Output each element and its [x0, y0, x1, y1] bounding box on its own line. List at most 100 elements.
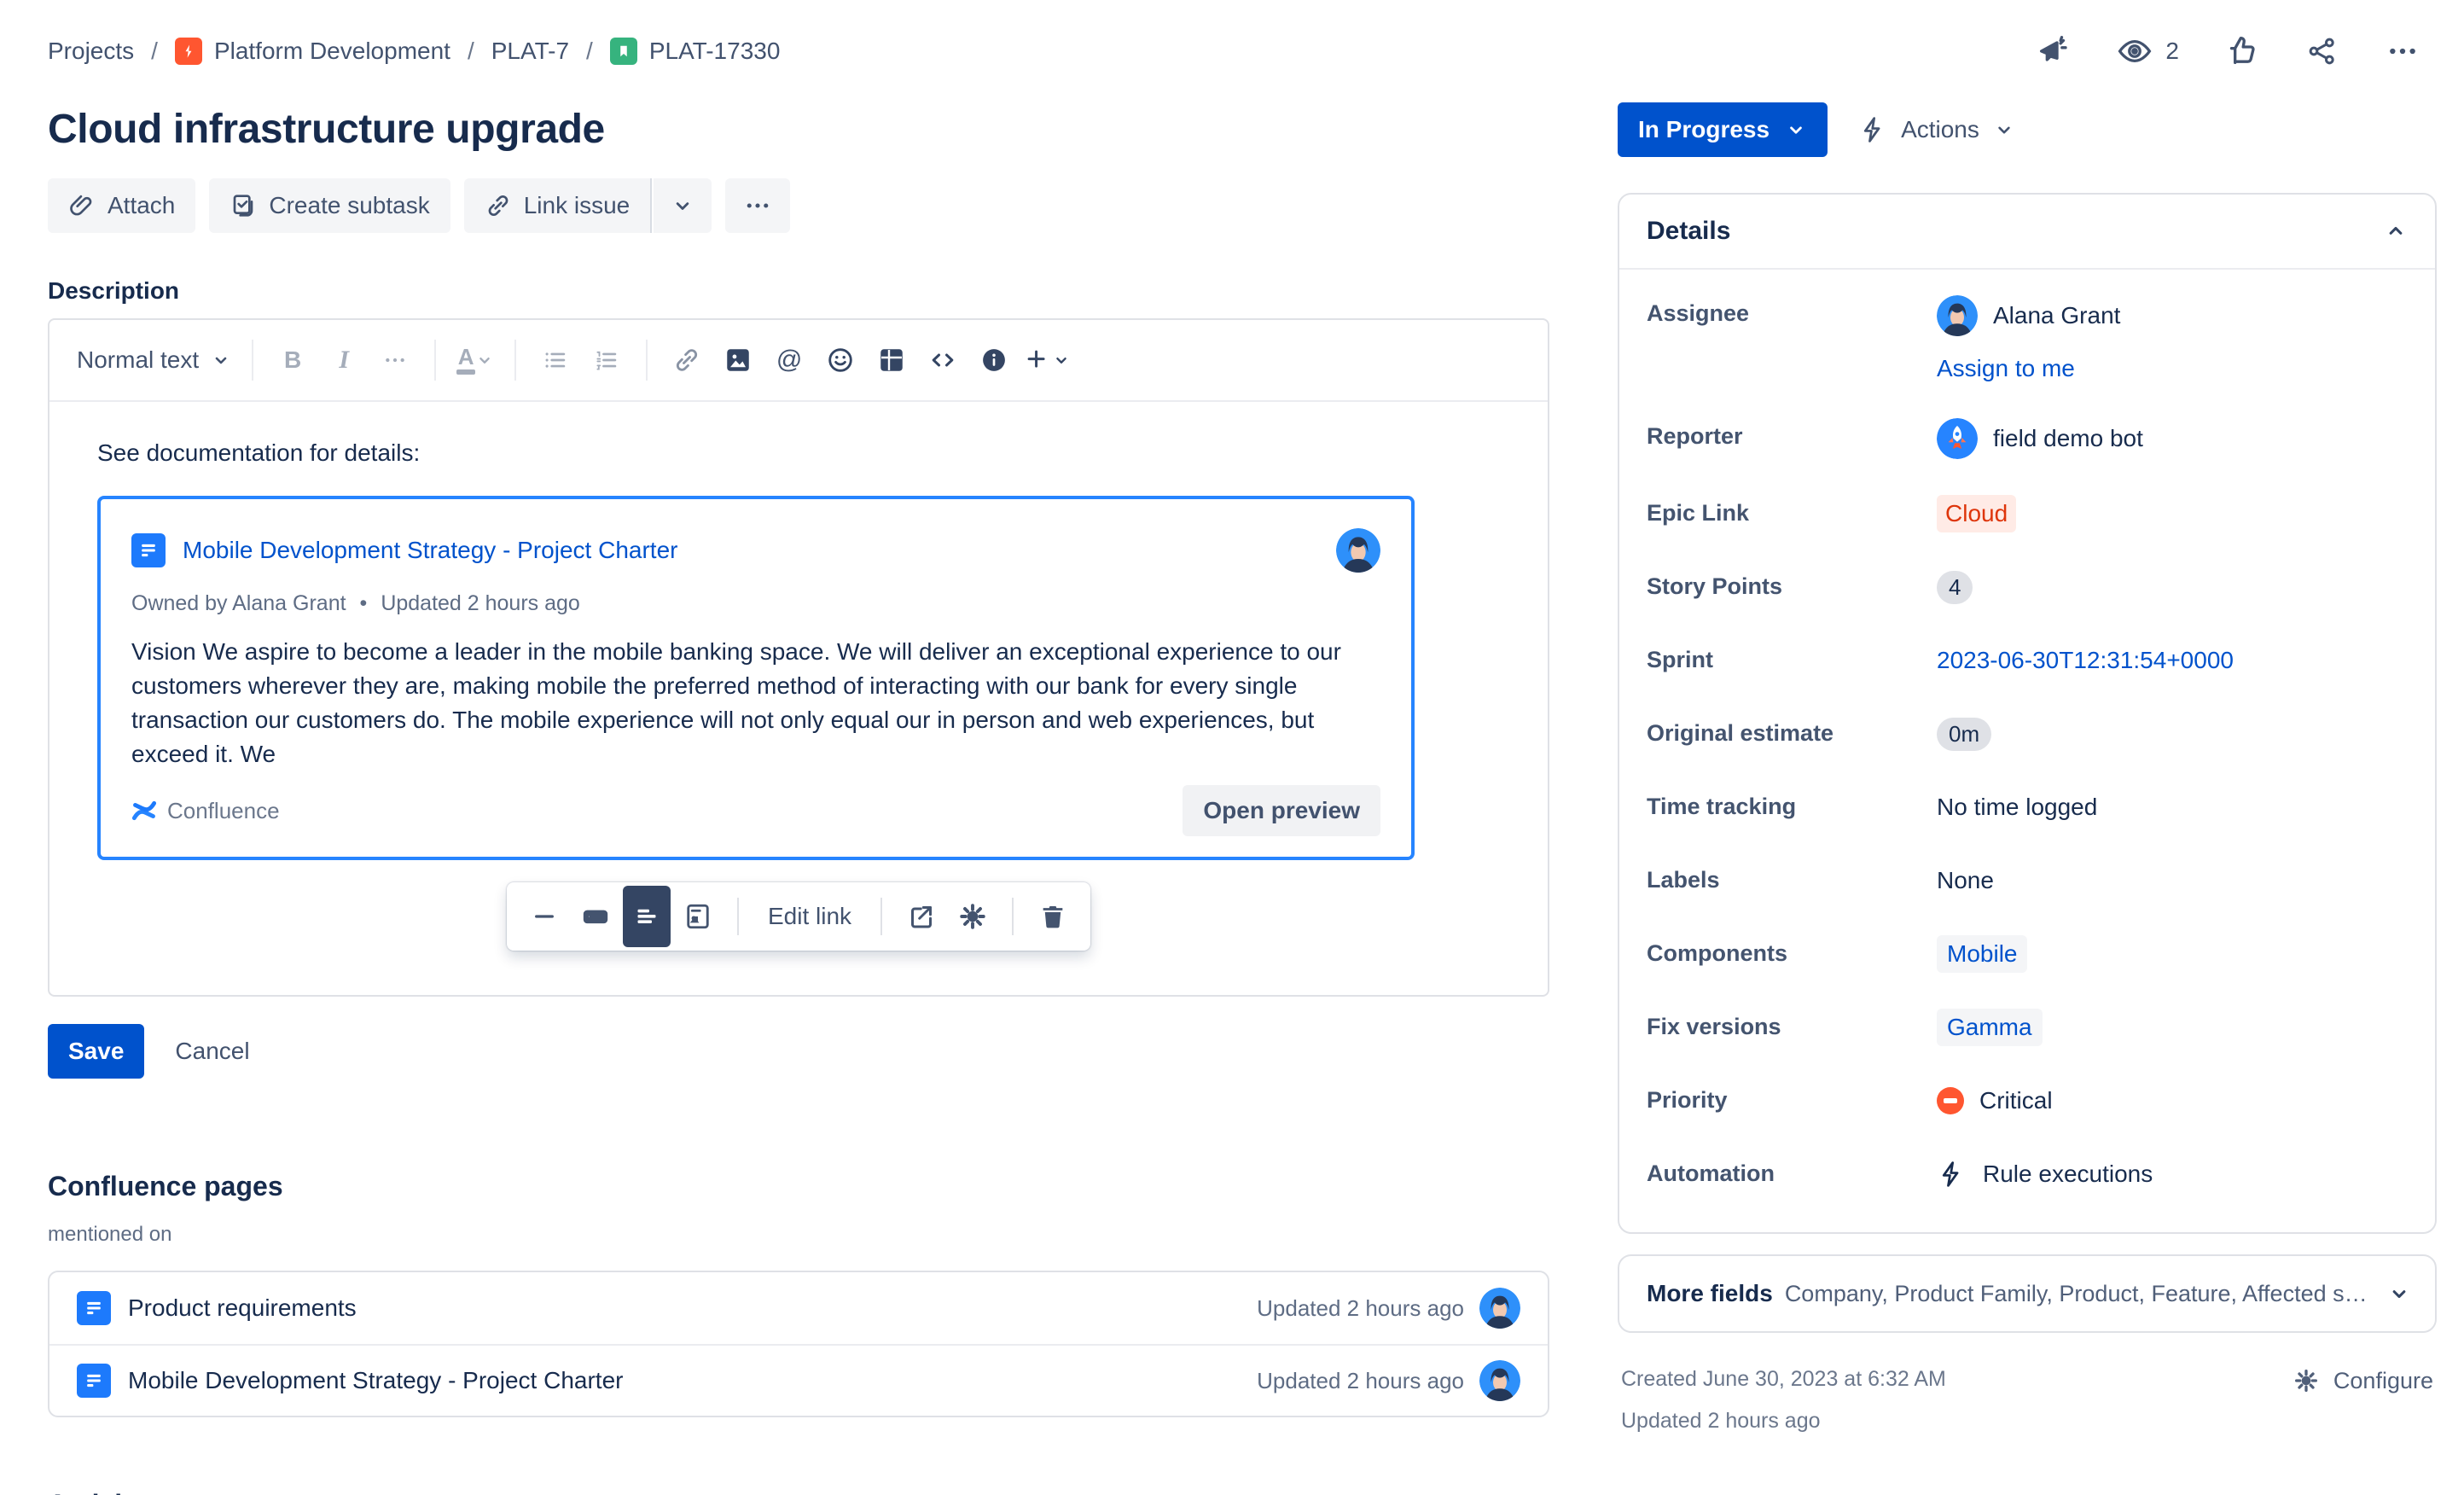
italic-icon[interactable]: I — [322, 338, 366, 382]
gear-icon — [2293, 1367, 2320, 1394]
page-updated: Updated 2 hours ago — [1257, 1367, 1464, 1393]
breadcrumb-project-label: Platform Development — [213, 38, 450, 64]
status-dropdown[interactable]: In Progress — [1618, 102, 1828, 157]
details-panel-header[interactable]: Details — [1619, 195, 2435, 270]
display-card-icon[interactable] — [622, 886, 671, 948]
chevron-down-icon — [2387, 1282, 2411, 1306]
confluence-smart-card[interactable]: Mobile Development Strategy - Project Ch… — [97, 496, 1415, 861]
create-subtask-button[interactable]: Create subtask — [209, 178, 450, 233]
bold-icon[interactable]: B — [270, 338, 315, 382]
breadcrumb-epic-key[interactable]: PLAT-7 — [491, 38, 569, 65]
more-fields-summary: Company, Product Family, Product, Featur… — [1784, 1280, 2375, 1306]
editor-content[interactable]: See documentation for details: Mobile De… — [49, 402, 1548, 995]
edit-link-button[interactable]: Edit link — [754, 903, 865, 930]
issue-title[interactable]: Cloud infrastructure upgrade — [48, 106, 1549, 153]
rule-executions-link[interactable]: Rule executions — [1937, 1160, 2153, 1189]
toolbar-divider — [736, 898, 739, 936]
breadcrumb-separator: / — [151, 38, 158, 64]
insert-table-icon[interactable] — [869, 338, 914, 382]
confluence-doc-icon — [77, 1291, 111, 1326]
insert-image-icon[interactable] — [716, 338, 760, 382]
more-formatting-icon[interactable] — [373, 338, 417, 382]
open-preview-button[interactable]: Open preview — [1183, 785, 1380, 837]
confluence-page-row[interactable]: Mobile Development Strategy - Project Ch… — [49, 1344, 1548, 1416]
more-actions-icon[interactable] — [2386, 34, 2420, 68]
bullet-list-icon[interactable] — [533, 338, 578, 382]
display-url-icon[interactable] — [520, 891, 568, 942]
mention-icon[interactable]: @ — [767, 338, 811, 382]
priority-value[interactable]: Critical — [1937, 1082, 2053, 1120]
toolbar-divider — [514, 340, 517, 381]
assign-to-me-link[interactable]: Assign to me — [1937, 355, 2075, 382]
save-button[interactable]: Save — [48, 1024, 145, 1079]
remove-link-trash-icon[interactable] — [1029, 891, 1077, 942]
sprint-link[interactable]: 2023-06-30T12:31:54+0000 — [1937, 647, 2234, 674]
labels-value[interactable]: None — [1937, 862, 1994, 899]
breadcrumb-issue-key[interactable]: PLAT-17330 — [609, 38, 780, 65]
link-floating-toolbar: Edit link — [506, 882, 1091, 951]
link-issue-split-button: Link issue — [463, 178, 712, 233]
breadcrumb-separator: / — [586, 38, 593, 64]
reporter-value[interactable]: field demo bot — [1937, 418, 2143, 459]
display-inline-card-icon[interactable] — [572, 891, 619, 942]
jira-issue-page: Projects / Platform Development / PLAT-7… — [0, 0, 2464, 1495]
more-fields-panel[interactable]: More fields Company, Product Family, Pro… — [1618, 1254, 2437, 1333]
paperclip-icon — [68, 192, 96, 219]
assignee-name: Alana Grant — [1993, 302, 2121, 329]
field-sprint: Sprint 2023-06-30T12:31:54+0000 — [1647, 647, 2234, 674]
field-fix-versions: Fix versions Gamma — [1647, 1009, 2408, 1046]
feedback-megaphone-icon[interactable] — [2036, 34, 2070, 68]
like-thumbs-up-icon[interactable] — [2225, 34, 2259, 68]
link-settings-gear-icon[interactable] — [949, 891, 997, 942]
code-block-icon[interactable] — [921, 338, 965, 382]
card-owner-avatar — [1336, 528, 1380, 573]
breadcrumb-projects[interactable]: Projects — [48, 38, 134, 65]
actions-dropdown[interactable]: Actions — [1858, 115, 2015, 144]
insert-more-dropdown[interactable] — [1023, 338, 1071, 382]
more-toolbar-button[interactable] — [725, 178, 791, 233]
display-embed-icon[interactable] — [674, 891, 722, 942]
field-reporter: Reporter field demo bot — [1647, 418, 2408, 459]
time-tracking-value[interactable]: No time logged — [1937, 788, 2097, 826]
text-color-icon[interactable]: A — [453, 338, 497, 382]
cancel-button[interactable]: Cancel — [154, 1024, 270, 1079]
confluence-pages-heading: Confluence pages — [48, 1171, 283, 1202]
insert-link-icon[interactable] — [665, 338, 709, 382]
epic-link-chip[interactable]: Cloud — [1937, 495, 2017, 532]
smart-card-title-link[interactable]: Mobile Development Strategy - Project Ch… — [183, 537, 677, 564]
status-label: In Progress — [1638, 116, 1770, 143]
numbered-list-icon[interactable] — [584, 338, 629, 382]
link-issue-dropdown[interactable] — [654, 178, 712, 233]
mentioned-on-label: mentioned on — [48, 1223, 172, 1247]
fix-version-chip[interactable]: Gamma — [1937, 1009, 2043, 1046]
link-issue-button[interactable]: Link issue — [463, 178, 653, 233]
original-estimate-badge[interactable]: 0m — [1937, 717, 1992, 751]
emoji-icon[interactable] — [818, 338, 863, 382]
field-components: Components Mobile — [1647, 935, 2408, 973]
info-panel-icon[interactable] — [972, 338, 1016, 382]
assignee-value[interactable]: Alana Grant — [1937, 295, 2120, 336]
priority-label: Critical — [1979, 1087, 2053, 1114]
page-title-link[interactable]: Mobile Development Strategy - Project Ch… — [128, 1367, 623, 1394]
toolbar-divider — [252, 340, 254, 381]
configure-button[interactable]: Configure — [2293, 1367, 2433, 1394]
open-link-icon[interactable] — [898, 891, 945, 942]
main-column: Cloud infrastructure upgrade Attach Crea… — [48, 75, 1549, 1495]
details-panel: Details Assignee Alana Grant Assign to m… — [1618, 193, 2437, 1234]
text-style-dropdown[interactable]: Normal text — [73, 346, 235, 374]
confluence-page-row[interactable]: Product requirements Updated 2 hours ago — [49, 1272, 1548, 1344]
component-chip[interactable]: Mobile — [1937, 935, 2028, 973]
watch-control[interactable]: 2 — [2116, 32, 2179, 70]
attach-button[interactable]: Attach — [48, 178, 196, 233]
provider-label: Confluence — [167, 797, 280, 823]
share-icon[interactable] — [2305, 34, 2339, 68]
priority-critical-icon — [1937, 1087, 1964, 1114]
page-title-link[interactable]: Product requirements — [128, 1294, 357, 1322]
story-points-badge[interactable]: 4 — [1937, 570, 1973, 604]
confluence-logo-icon — [131, 798, 157, 823]
toolbar-divider — [1012, 898, 1014, 936]
field-story-points: Story Points 4 — [1647, 568, 2408, 606]
text-style-value: Normal text — [77, 346, 200, 373]
details-heading: Details — [1647, 217, 1731, 245]
breadcrumb-project[interactable]: Platform Development — [174, 38, 450, 65]
